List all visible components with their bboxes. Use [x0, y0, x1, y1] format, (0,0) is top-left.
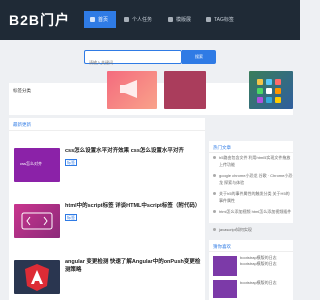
- latest-title: 最新更新: [13, 122, 31, 127]
- article-title[interactable]: angular 变更检测 快速了解Angular中的onPush变更检测策略: [65, 258, 201, 274]
- hot-item[interactable]: 关于h5的事件属性的触发分类 关于H5的事件属性: [213, 190, 293, 204]
- recommend-image-2[interactable]: [164, 71, 206, 109]
- hot-title: 热门文章: [213, 145, 231, 150]
- hot-item-label: html怎么添加视频 html怎么添加视频插件: [219, 209, 292, 214]
- nav-tags[interactable]: TAG标签: [200, 11, 240, 28]
- bullet-icon: [213, 210, 216, 213]
- site-logo[interactable]: B2B门户: [9, 10, 70, 30]
- apps-grid-icon: [257, 79, 281, 103]
- hot-item-label: h5路由包含文件 利用html5实现文件拖放上传功能: [219, 155, 291, 167]
- article-thumbnail[interactable]: [14, 260, 60, 294]
- tags-panel: 猜你喜欢 bootstrap模版的日志 bootstrap模版的日志 boots…: [209, 240, 293, 300]
- home-icon: [90, 17, 95, 22]
- nav-templates-label: 模版展: [176, 17, 192, 23]
- article-tag[interactable]: 标签: [65, 159, 77, 166]
- top-header: B2B门户 首页 个人任务 模版展 TAG标签: [0, 0, 300, 40]
- search-box: [84, 50, 182, 69]
- nav-templates[interactable]: 模版展: [162, 11, 197, 28]
- recommend-panel: 标签分类: [9, 71, 293, 115]
- recommend-title: 标签分类: [13, 88, 31, 93]
- search-input[interactable]: [85, 56, 181, 69]
- bullet-icon: [213, 228, 216, 231]
- recommend-image-1[interactable]: [107, 71, 157, 109]
- tag-item[interactable]: bootstrap模版的日志: [240, 280, 290, 286]
- hot-item[interactable]: h5路由包含文件 利用html5实现文件拖放上传功能: [213, 154, 293, 168]
- tag-item[interactable]: bootstrap模版的日志 bootstrap模版的日志: [240, 255, 290, 267]
- hot-item-label: google chrome小恐龙 谷歌 · Chrome小恐龙 探索与体验: [219, 173, 293, 185]
- hot-item[interactable]: javascript如何实现: [213, 226, 293, 233]
- hot-item[interactable]: html怎么添加视频 html怎么添加视频插件: [213, 208, 293, 215]
- article-tag[interactable]: 标签: [65, 214, 77, 221]
- megaphone-icon: [120, 80, 137, 98]
- search-button[interactable]: 搜索: [182, 50, 216, 64]
- article-thumbnail[interactable]: [14, 204, 60, 238]
- bullet-icon: [213, 156, 216, 159]
- tags-title: 猜你喜欢: [213, 244, 231, 249]
- divider: [9, 130, 205, 131]
- nav-personal-tasks[interactable]: 个人任务: [118, 11, 158, 28]
- tag-thumbnail[interactable]: [213, 280, 237, 298]
- code-icon: [21, 212, 53, 230]
- user-icon: [124, 17, 129, 22]
- nav-home[interactable]: 首页: [84, 11, 116, 28]
- nav-home-label: 首页: [98, 17, 109, 23]
- nav-tags-label: TAG标签: [214, 17, 234, 23]
- template-icon: [168, 17, 173, 22]
- bullet-icon: [213, 192, 216, 195]
- latest-panel: 最新更新 css怎么对齐 css怎么设置水平对齐效果 css怎么设置水平对齐 标…: [9, 118, 205, 300]
- recommend-image-3[interactable]: [249, 71, 293, 109]
- hot-item-label: javascript如何实现: [219, 227, 252, 232]
- hot-item[interactable]: google chrome小恐龙 谷歌 · Chrome小恐龙 探索与体验: [213, 172, 293, 186]
- nav-personal-tasks-label: 个人任务: [132, 17, 153, 23]
- article-title[interactable]: css怎么设置水平对齐效果 css怎么设置水平对齐: [65, 147, 201, 155]
- tag-icon: [206, 17, 211, 22]
- hot-item-label: 关于h5的事件属性的触发分类 关于H5的事件属性: [219, 191, 290, 203]
- divider: [209, 152, 293, 153]
- divider: [209, 251, 293, 252]
- tag-thumbnail[interactable]: [213, 256, 237, 276]
- thumbnail-caption: css怎么对齐: [20, 161, 42, 166]
- angular-logo-icon: [25, 264, 49, 291]
- bullet-icon: [213, 174, 216, 177]
- article-title[interactable]: html中的script标签 详谈HTML中script标签（附代码）: [65, 202, 201, 210]
- article-thumbnail[interactable]: css怎么对齐: [14, 148, 60, 182]
